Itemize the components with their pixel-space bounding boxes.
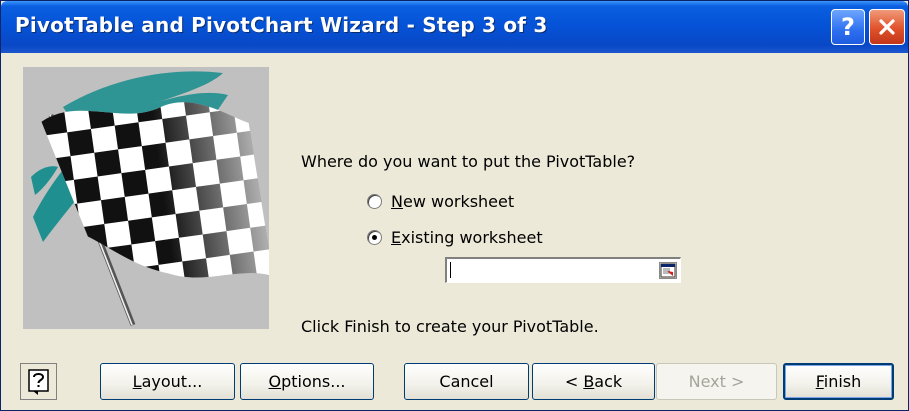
next-button[interactable]: Next > — [656, 363, 777, 400]
office-assistant-button[interactable] — [20, 363, 57, 400]
wizard-dialog: PivotTable and PivotChart Wizard - Step … — [0, 0, 909, 411]
new-worksheet-radio[interactable] — [367, 193, 382, 209]
location-reference-input[interactable] — [445, 257, 681, 283]
options-label: Options... — [268, 372, 346, 391]
existing-worksheet-radio[interactable] — [367, 229, 382, 245]
new-worksheet-option[interactable]: New worksheet — [367, 191, 514, 211]
layout-label: Layout... — [132, 372, 203, 391]
help-icon — [28, 369, 49, 395]
close-button[interactable] — [869, 9, 905, 45]
wizard-illustration — [23, 67, 274, 329]
question-icon: ? — [841, 13, 855, 41]
help-title-button[interactable]: ? — [831, 9, 865, 45]
layout-button[interactable]: Layout... — [100, 363, 235, 400]
title-bar[interactable]: PivotTable and PivotChart Wizard - Step … — [1, 1, 908, 53]
text-caret — [450, 262, 451, 278]
radio-selected-dot — [372, 234, 377, 240]
finish-instruction: Click Finish to create your PivotTable. — [301, 317, 599, 336]
finish-label: Finish — [815, 372, 862, 391]
existing-worksheet-label: Existing worksheet — [391, 227, 543, 247]
new-worksheet-label: New worksheet — [391, 191, 515, 211]
collapse-dialog-icon — [660, 263, 676, 278]
back-button[interactable]: < Back — [532, 363, 655, 400]
options-button[interactable]: Options... — [240, 363, 374, 400]
cancel-button[interactable]: Cancel — [404, 363, 529, 400]
placement-question: Where do you want to put the PivotTable? — [301, 152, 636, 171]
cancel-label: Cancel — [439, 372, 494, 391]
dialog-title: PivotTable and PivotChart Wizard - Step … — [15, 13, 548, 37]
next-label: Next > — [688, 372, 745, 391]
close-icon — [879, 19, 895, 35]
finish-button[interactable]: Finish — [783, 363, 894, 400]
collapse-dialog-button[interactable] — [659, 262, 677, 279]
back-label: < Back — [564, 372, 623, 391]
existing-worksheet-option[interactable]: Existing worksheet — [367, 227, 543, 247]
checkered-flag-icon — [31, 71, 274, 326]
